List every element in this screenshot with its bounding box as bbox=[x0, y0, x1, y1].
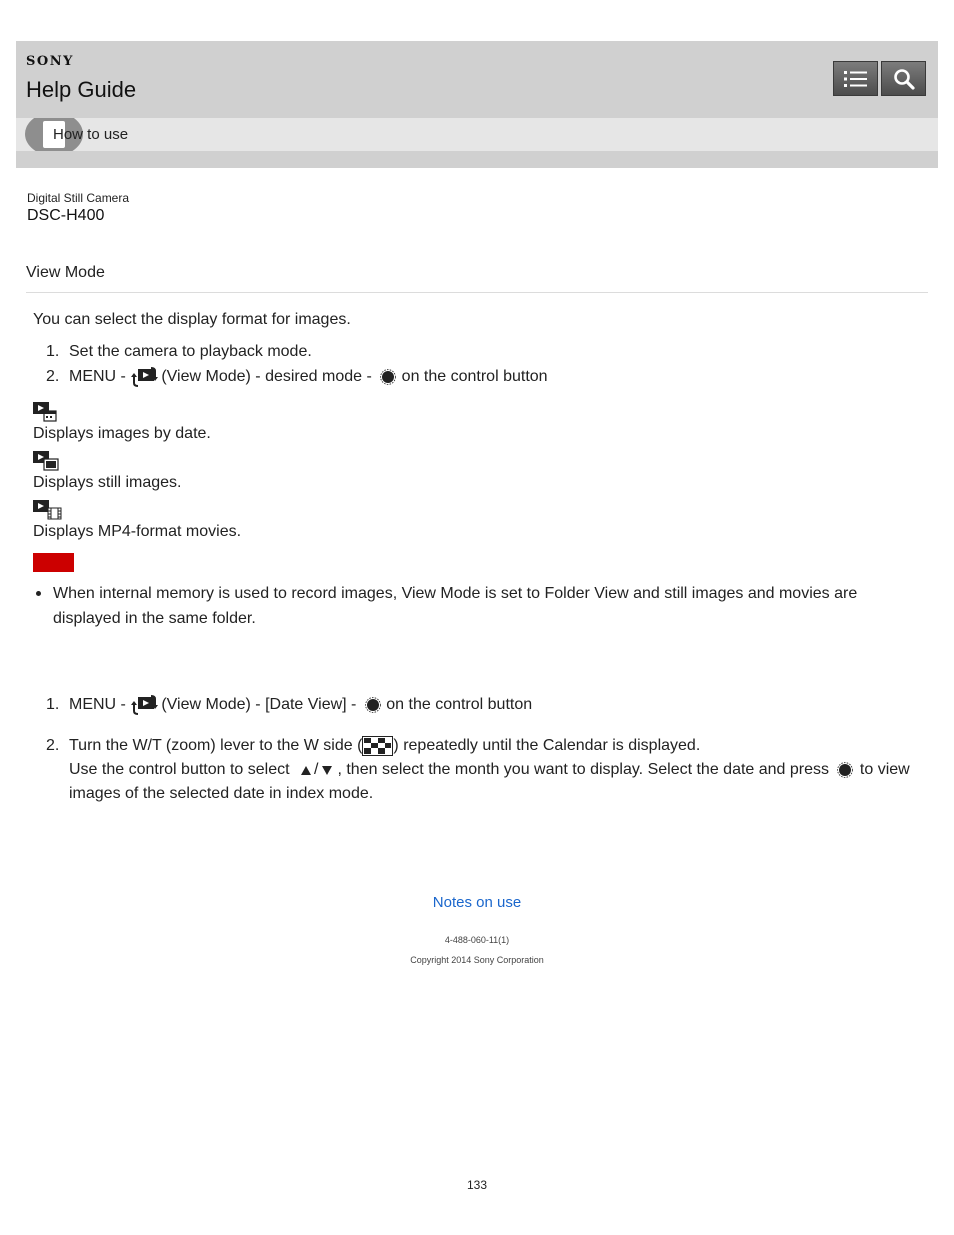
sony-logo[interactable]: SONY bbox=[26, 54, 74, 69]
step-text-post: (View Mode) - [Date View] - bbox=[161, 696, 361, 713]
center-button-icon bbox=[380, 368, 397, 385]
view-mode-icon bbox=[131, 694, 159, 715]
help-guide-title[interactable]: Help Guide bbox=[26, 77, 136, 103]
copyright: Copyright 2014 Sony Corporation bbox=[410, 955, 544, 965]
step-text-end: on the control button bbox=[381, 696, 533, 713]
movie-view-icon bbox=[33, 500, 62, 520]
step-text: Turn the W/T (zoom) lever to the W side … bbox=[69, 734, 919, 806]
step-text: MENU - (View Mode) - [Date View] - on th… bbox=[69, 692, 532, 717]
product-category: Digital Still Camera bbox=[27, 191, 130, 205]
step-text-pre: MENU - bbox=[69, 368, 131, 385]
down-arrow-icon bbox=[322, 765, 333, 775]
search-button[interactable] bbox=[881, 61, 926, 96]
step-text-post: (View Mode) - desired mode - bbox=[161, 368, 377, 385]
step-text-line2-mid: , then select the month you want to disp… bbox=[337, 761, 834, 778]
intro-text: You can select the display format for im… bbox=[33, 311, 351, 328]
page-number: 133 bbox=[466, 1178, 488, 1192]
step-text-end: on the control button bbox=[397, 368, 548, 385]
menu-button[interactable] bbox=[833, 61, 878, 96]
center-button-icon bbox=[837, 761, 854, 778]
step-number: 2. bbox=[46, 368, 60, 385]
up-arrow-icon bbox=[301, 765, 312, 775]
note-text: When internal memory is used to record i… bbox=[53, 585, 858, 627]
arrow-separator: / bbox=[314, 761, 319, 778]
date-view-icon bbox=[33, 402, 57, 422]
notes-on-use-link[interactable]: Notes on use bbox=[0, 894, 954, 911]
step-number: 1. bbox=[46, 343, 60, 360]
step-number: 2. bbox=[46, 737, 60, 754]
note-label-bar bbox=[33, 553, 74, 572]
mode-description: Displays still images. bbox=[33, 474, 182, 491]
step-text: Set the camera to playback mode. bbox=[69, 343, 312, 360]
header: SONY Help Guide How to use bbox=[16, 41, 938, 168]
mode-description: Displays MP4-format movies. bbox=[33, 523, 242, 540]
product-model: DSC-H400 bbox=[27, 207, 105, 224]
list-menu-icon bbox=[843, 70, 867, 87]
mode-description: Displays images by date. bbox=[33, 425, 211, 442]
step-text-line2-pre: Use the control button to select bbox=[69, 761, 295, 778]
step-text-pre: MENU - bbox=[69, 696, 131, 713]
step-text-line1-pre: Turn the W/T (zoom) lever to the W side … bbox=[69, 737, 363, 754]
view-mode-icon bbox=[131, 366, 159, 387]
how-to-use-link[interactable]: How to use bbox=[53, 126, 128, 143]
bullet-icon bbox=[36, 591, 41, 596]
step-number: 1. bbox=[46, 696, 60, 713]
index-zoom-icon bbox=[362, 735, 394, 756]
still-view-icon bbox=[33, 451, 59, 471]
step-text-line1-post: ) repeatedly until the Calendar is displ… bbox=[393, 737, 701, 754]
step-text: MENU - (View Mode) - desired mode - on t… bbox=[69, 364, 548, 389]
subnav-bar: How to use bbox=[16, 118, 938, 151]
page-title: View Mode bbox=[26, 264, 105, 281]
center-button-icon bbox=[365, 696, 381, 713]
search-icon bbox=[893, 68, 915, 90]
title-divider bbox=[26, 292, 928, 293]
document-code: 4-488-060-11(1) bbox=[444, 935, 510, 945]
